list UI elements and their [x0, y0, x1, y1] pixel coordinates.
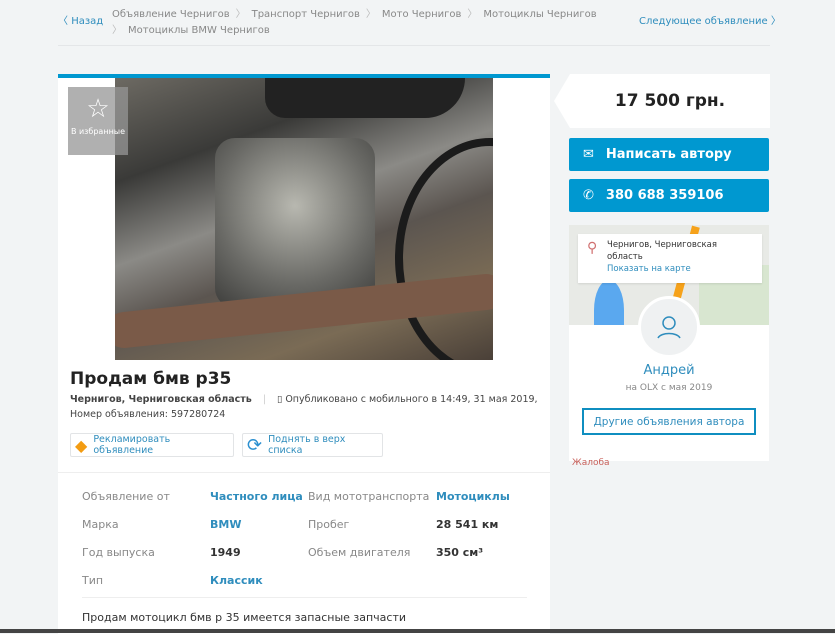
show-map-link[interactable]: Показать на карте	[607, 263, 762, 275]
ad-location: Чернигов, Черниговская область	[70, 394, 252, 405]
next-ad-link[interactable]: Следующее объявление 〉	[639, 12, 781, 27]
breadcrumb-item[interactable]: Мотоциклы Чернигов	[483, 9, 596, 20]
seller-name[interactable]: Андрей	[569, 363, 769, 378]
ad-photo[interactable]	[115, 78, 493, 360]
user-icon	[657, 316, 681, 339]
seller-since: на OLX с мая 2019	[625, 383, 713, 393]
price: 17 500 грн.	[554, 74, 770, 128]
map-location-popup: ⚲ Чернигов, Черниговская область Показат…	[578, 234, 762, 283]
ad-number: Номер объявления: 597280724	[70, 409, 226, 420]
complaint-link[interactable]: Жалоба	[572, 458, 610, 468]
chevron-left-icon: 〈	[58, 16, 72, 27]
breadcrumb-item[interactable]: Мото Чернигов	[382, 9, 462, 20]
ad-meta: Чернигов, Черниговская область | ▯ Опубл…	[70, 394, 538, 420]
param-row: Марка BMW Пробег 28 541 км	[82, 518, 499, 531]
divider	[58, 45, 770, 46]
divider	[82, 597, 527, 598]
promote-button[interactable]: ◆ Рекламировать объявление	[70, 433, 234, 457]
ad-description: Продам мотоцикл бмв р 35 имеется запасны…	[82, 611, 407, 624]
breadcrumb-item[interactable]: Транспорт Чернигов	[252, 9, 360, 20]
breadcrumb-item[interactable]: Объявление Чернигов	[112, 9, 230, 20]
kite-icon: ◆	[75, 435, 88, 455]
chevron-right-icon: 〉	[767, 16, 781, 27]
phone-button[interactable]: ✆ 380 688 359106	[569, 179, 769, 212]
avatar	[638, 296, 700, 358]
raise-button[interactable]: ⟳ Поднять в верх списка	[242, 433, 383, 457]
window-edge	[0, 629, 835, 633]
phone-icon: ✆	[583, 188, 594, 203]
other-ads-button[interactable]: Другие объявления автора	[582, 408, 756, 435]
param-row: Объявление от Частного лица Вид мототрансп…	[82, 490, 510, 503]
ad-title: Продам бмв р35	[70, 369, 232, 389]
mobile-icon: ▯	[277, 394, 283, 405]
back-link[interactable]: 〈 Назад	[58, 12, 103, 27]
star-icon: ☆	[86, 94, 110, 124]
breadcrumb: Объявление Чернигов 〉 Транспорт Чернигов 〉 М…	[112, 9, 597, 20]
write-author-button[interactable]: ✉ Написать автору	[569, 138, 769, 171]
location-pin-icon: ⚲	[587, 240, 598, 256]
divider	[58, 472, 550, 473]
breadcrumb-item[interactable]: Мотоциклы BMW Чернигов	[128, 25, 270, 36]
published-date: Опубликовано с мобильного в 14:49, 31 ма…	[285, 394, 538, 405]
favorite-button[interactable]: ☆ В избранные	[68, 87, 128, 155]
param-row: Год выпуска 1949 Объем двигателя 350 см³	[82, 546, 484, 559]
ad-params: Объявление от Частного лица Вид мототрансп…	[82, 490, 510, 602]
envelope-icon: ✉	[583, 147, 594, 162]
refresh-icon: ⟳	[247, 434, 263, 456]
